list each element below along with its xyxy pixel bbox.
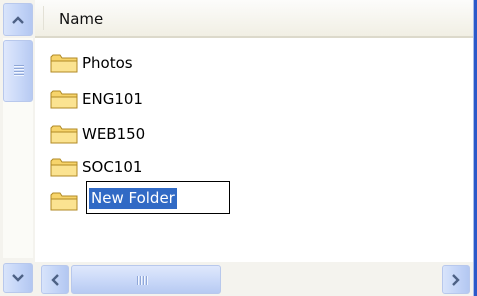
vertical-scrollbar[interactable] <box>0 0 35 296</box>
list-item[interactable]: ENG101 <box>49 87 143 111</box>
rename-selected-text[interactable]: New Folder <box>89 188 177 209</box>
chevron-up-icon <box>12 15 24 24</box>
scroll-down-button[interactable] <box>3 263 33 293</box>
window-border-highlight <box>473 0 474 296</box>
header-divider <box>43 6 44 30</box>
name-column-header[interactable]: Name <box>59 10 103 28</box>
list-item-renaming[interactable] <box>49 189 81 213</box>
list-item-label: ENG101 <box>82 90 143 108</box>
file-list[interactable]: Photos ENG101 WEB150 SOC101 New Folder <box>35 38 473 262</box>
scroll-up-button[interactable] <box>3 3 33 36</box>
chevron-right-icon <box>452 273 460 286</box>
horizontal-scrollbar[interactable] <box>35 262 473 296</box>
chevron-left-icon <box>51 273 59 286</box>
list-item[interactable]: Photos <box>49 51 133 75</box>
column-header[interactable]: Name <box>35 0 473 38</box>
folder-icon <box>50 192 78 211</box>
rename-input[interactable]: New Folder <box>86 181 230 214</box>
list-item-label: Photos <box>82 54 133 72</box>
folder-icon <box>50 125 78 144</box>
list-item-label: WEB150 <box>82 125 146 143</box>
folder-icon <box>50 90 78 109</box>
horizontal-scroll-thumb[interactable] <box>71 265 221 294</box>
chevron-down-icon <box>12 274 24 282</box>
folder-icon <box>50 158 78 177</box>
scroll-left-button[interactable] <box>41 265 69 294</box>
folder-icon <box>50 54 78 73</box>
vertical-scroll-thumb[interactable] <box>3 40 33 102</box>
list-item[interactable]: WEB150 <box>49 122 145 146</box>
scroll-right-button[interactable] <box>442 265 470 294</box>
list-item[interactable]: SOC101 <box>49 155 142 179</box>
list-item-label: SOC101 <box>82 158 143 176</box>
